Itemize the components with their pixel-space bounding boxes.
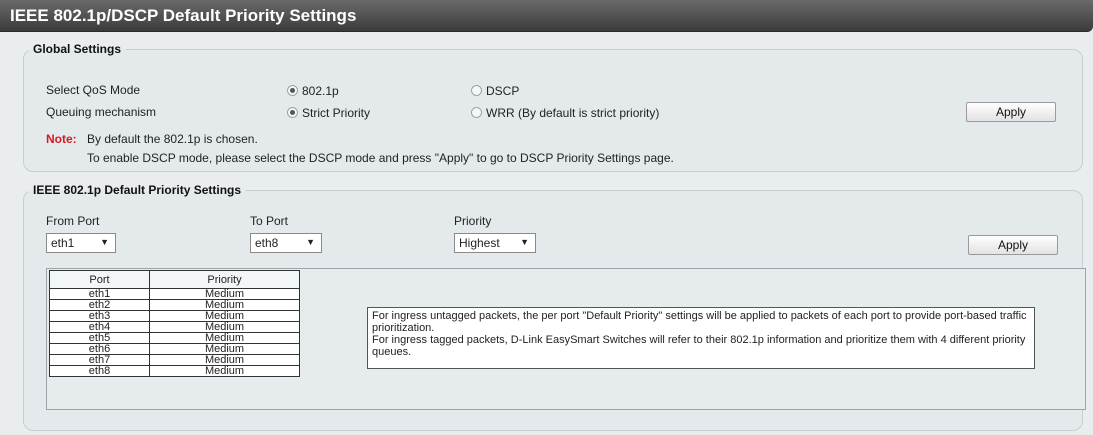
port-cell: eth4 [49, 321, 150, 333]
qos-mode-label: Select QoS Mode [46, 83, 141, 97]
qos-8021p-label: 802.1p [302, 84, 339, 98]
priority-cell: Medium [149, 365, 300, 377]
port-column-header: Port [49, 270, 150, 289]
page-title: IEEE 802.1p/DSCP Default Priority Settin… [10, 6, 357, 25]
global-settings-panel: Global Settings Select QoS Mode 802.1p D… [23, 42, 1083, 172]
from-port-label: From Port [46, 214, 100, 228]
global-apply-button[interactable]: Apply [966, 102, 1056, 122]
to-port-dropdown-icon: ▼ [306, 237, 315, 247]
info-text-tagged: For ingress tagged packets, D-Link EasyS… [372, 334, 1026, 358]
port-cell: eth2 [49, 299, 150, 311]
qos-dscp-radio[interactable] [471, 85, 482, 96]
priority-apply-button[interactable]: Apply [968, 235, 1058, 255]
page-header: IEEE 802.1p/DSCP Default Priority Settin… [0, 0, 1093, 32]
queuing-mechanism-label: Queuing mechanism [46, 105, 157, 119]
priority-dropdown-icon: ▼ [520, 237, 529, 247]
default-priority-legend: IEEE 802.1p Default Priority Settings [33, 183, 242, 197]
priority-cell: Medium [149, 321, 300, 333]
queue-strict-label: Strict Priority [302, 106, 371, 120]
port-cell: eth7 [49, 354, 150, 366]
info-text-untagged: For ingress untagged packets, the per po… [372, 310, 1027, 334]
table-row: eth4 Medium [49, 321, 300, 333]
priority-cell: Medium [149, 310, 300, 322]
note-text-line1: By default the 802.1p is chosen. [87, 132, 258, 146]
port-cell: eth3 [49, 310, 150, 322]
table-row: eth2 Medium [49, 299, 300, 311]
priority-info-box: For ingress untagged packets, the per po… [367, 307, 1035, 369]
to-port-label: To Port [250, 214, 289, 228]
priority-cell: Medium [149, 299, 300, 311]
table-row: eth3 Medium [49, 310, 300, 322]
table-row: eth8 Medium [49, 365, 300, 377]
default-priority-panel: IEEE 802.1p Default Priority Settings Fr… [23, 183, 1086, 431]
port-priority-table: Port Priority eth1 Medium eth2 Medium eth3… [49, 270, 300, 377]
priority-label: Priority [454, 214, 492, 228]
from-port-value: eth1 [51, 236, 75, 250]
queue-strict-radio[interactable] [287, 107, 298, 118]
qos-dscp-label: DSCP [486, 84, 520, 98]
queue-wrr-label: WRR (By default is strict priority) [486, 106, 660, 120]
priority-value: Highest [459, 236, 500, 250]
port-cell: eth6 [49, 343, 150, 355]
port-priority-area: Port Priority eth1 Medium eth2 Medium eth3… [46, 268, 1086, 410]
table-row: eth1 Medium [49, 288, 300, 300]
table-row: eth5 Medium [49, 332, 300, 344]
priority-select[interactable]: Highest ▼ [454, 233, 536, 253]
port-cell: eth8 [49, 365, 150, 377]
note-label: Note: [46, 132, 77, 146]
table-row: eth6 Medium [49, 343, 300, 355]
port-cell: eth5 [49, 332, 150, 344]
to-port-select[interactable]: eth8 ▼ [250, 233, 322, 253]
priority-cell: Medium [149, 332, 300, 344]
note-text-line2: To enable DSCP mode, please select the D… [87, 151, 674, 165]
qos-8021p-radio[interactable] [287, 85, 298, 96]
queue-wrr-radio[interactable] [471, 107, 482, 118]
priority-column-header: Priority [149, 270, 300, 289]
global-settings-legend: Global Settings [33, 42, 122, 56]
to-port-value: eth8 [255, 236, 279, 250]
priority-cell: Medium [149, 343, 300, 355]
port-cell: eth1 [49, 288, 150, 300]
from-port-dropdown-icon: ▼ [100, 237, 109, 247]
table-row: eth7 Medium [49, 354, 300, 366]
from-port-select[interactable]: eth1 ▼ [46, 233, 116, 253]
priority-cell: Medium [149, 354, 300, 366]
table-header-row: Port Priority [49, 270, 300, 289]
priority-cell: Medium [149, 288, 300, 300]
